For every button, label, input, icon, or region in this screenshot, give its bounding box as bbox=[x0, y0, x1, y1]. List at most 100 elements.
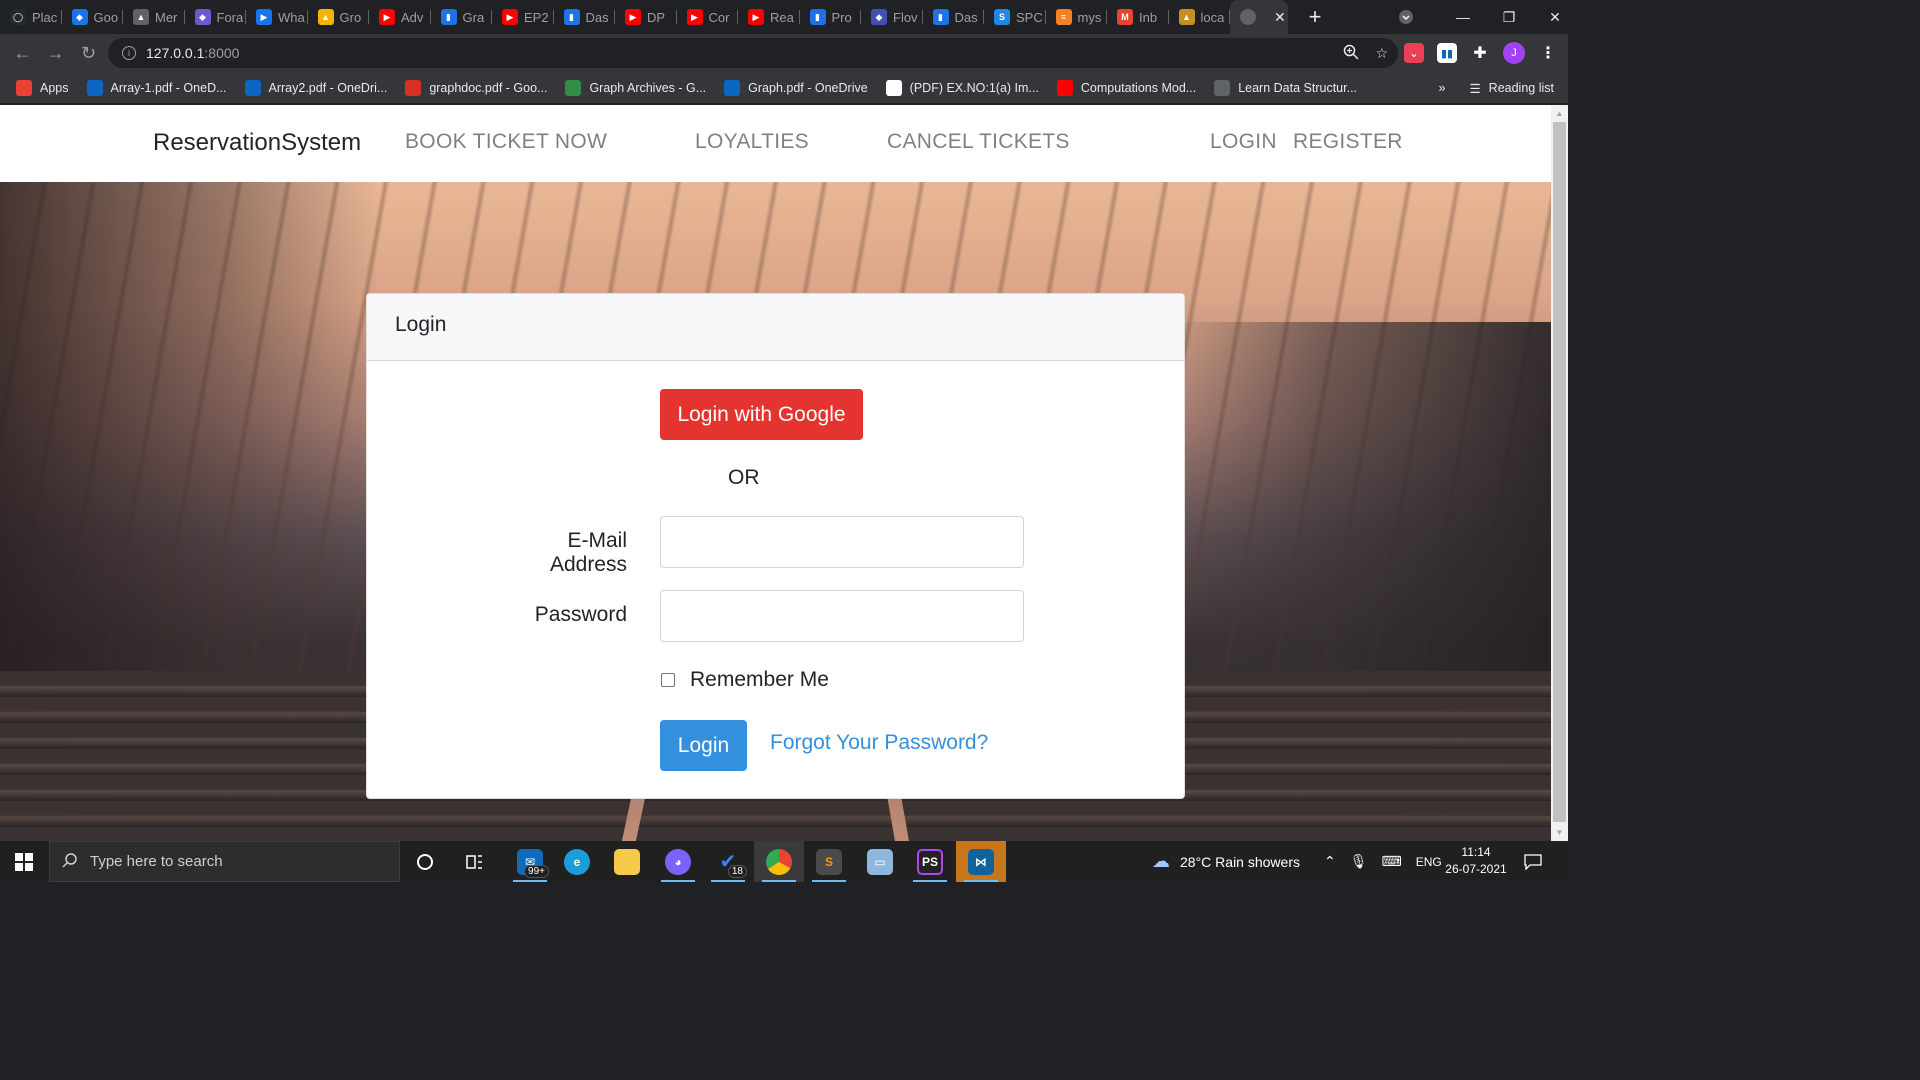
bar-chart-icon: ▮ bbox=[809, 9, 826, 25]
browser-tab[interactable]: ≡ mys bbox=[1046, 0, 1108, 34]
profile-avatar[interactable]: J bbox=[1503, 42, 1525, 64]
gmail-icon: M bbox=[1117, 9, 1133, 25]
login-with-google-button[interactable]: Login with Google bbox=[660, 389, 863, 440]
browser-tab[interactable]: S SPC bbox=[984, 0, 1046, 34]
scrollbar-thumb[interactable] bbox=[1553, 122, 1566, 822]
bookmark-item[interactable]: Computations Mod... bbox=[1056, 79, 1196, 96]
phpstorm-icon[interactable]: PS bbox=[905, 841, 955, 882]
address-bar[interactable]: i 127.0.0.1:8000 ☆ bbox=[108, 38, 1398, 68]
browser-tab[interactable]: ▶ Wha bbox=[246, 0, 308, 34]
youtube-icon: ▶ bbox=[748, 9, 764, 25]
back-icon[interactable]: ← bbox=[6, 34, 39, 72]
bookmark-star-icon[interactable]: ☆ bbox=[1375, 45, 1388, 62]
control-panel-icon[interactable]: ▭ bbox=[855, 841, 905, 882]
minimize-icon[interactable]: — bbox=[1440, 9, 1486, 25]
chat-app-icon[interactable]: ◕ bbox=[653, 841, 703, 882]
browser-tab[interactable]: ◆ Fora bbox=[185, 0, 247, 34]
browser-tab[interactable]: ▮ Gra bbox=[431, 0, 493, 34]
bookmark-item[interactable]: Array-1.pdf - OneD... bbox=[86, 79, 227, 96]
microphone-icon[interactable]: 🎙 bbox=[1350, 853, 1368, 870]
browser-tab[interactable]: ▮ Das bbox=[554, 0, 616, 34]
window-close-icon[interactable]: ✕ bbox=[1532, 9, 1578, 26]
trello-extension-icon[interactable]: ▮▮ bbox=[1437, 43, 1457, 63]
login-button[interactable]: Login bbox=[660, 720, 747, 771]
youtube-icon: ▶ bbox=[686, 9, 703, 25]
tab-close-icon[interactable]: ✕ bbox=[1274, 9, 1286, 26]
keyboard-icon[interactable]: ⌨ bbox=[1382, 853, 1402, 870]
bookmarks-overflow-icon[interactable]: » bbox=[1439, 81, 1446, 95]
browser-tab[interactable]: ▲ loca bbox=[1169, 0, 1231, 34]
taskbar-search-input[interactable]: Type here to search bbox=[49, 841, 400, 882]
bookmark-item[interactable]: Apps bbox=[16, 79, 69, 96]
site-info-icon[interactable]: i bbox=[122, 46, 136, 60]
cortana-icon[interactable] bbox=[400, 841, 450, 882]
scroll-down-icon[interactable]: ▼ bbox=[1551, 824, 1568, 841]
clock-date: 26-07-2021 bbox=[1445, 862, 1507, 876]
browser-tab-active[interactable]: ✕ bbox=[1230, 0, 1288, 34]
browser-tab-label: Inb bbox=[1139, 9, 1158, 25]
site-brand[interactable]: ReservationSystem bbox=[153, 129, 361, 157]
vscode-icon[interactable]: ⋈ bbox=[956, 841, 1006, 882]
browser-tab[interactable]: ▮ Das bbox=[923, 0, 985, 34]
forgot-password-link[interactable]: Forgot Your Password? bbox=[770, 731, 988, 755]
bookmark-item[interactable]: Graph.pdf - OneDrive bbox=[724, 79, 868, 96]
browser-tab[interactable]: M Inb bbox=[1107, 0, 1169, 34]
mail-app-icon[interactable]: ✉ 99+ bbox=[505, 841, 555, 882]
bookmark-item[interactable]: Graph Archives - G... bbox=[565, 79, 706, 96]
browser-tab[interactable]: ▶ Rea bbox=[738, 0, 800, 34]
notifications-icon[interactable] bbox=[1524, 841, 1542, 882]
todo-app-icon[interactable]: ✔ 18 bbox=[703, 841, 753, 882]
browser-tab[interactable]: ▶ EP2 bbox=[492, 0, 554, 34]
page-scrollbar[interactable]: ▲ ▼ bbox=[1551, 105, 1568, 841]
restore-icon[interactable]: ❐ bbox=[1486, 9, 1532, 26]
bookmark-item[interactable]: Learn Data Structur... bbox=[1214, 79, 1357, 96]
browser-tab[interactable]: ◆ Flov bbox=[861, 0, 923, 34]
reading-list-icon: ☰ bbox=[1469, 81, 1481, 96]
browser-tab[interactable]: ▶ Adv bbox=[369, 0, 431, 34]
chrome-menu-icon[interactable]: ⋮ bbox=[1538, 43, 1558, 63]
nav-loyalties[interactable]: LOYALTIES bbox=[695, 130, 809, 154]
extensions-puzzle-icon[interactable]: ✚ bbox=[1470, 43, 1490, 63]
taskbar-clock[interactable]: 11:14 26-07-2021 bbox=[1445, 844, 1507, 878]
tray-overflow-icon[interactable]: ⌃ bbox=[1324, 853, 1336, 870]
tab-search-icon[interactable] bbox=[1394, 9, 1418, 25]
reload-icon[interactable]: ↻ bbox=[72, 34, 105, 72]
reading-list-button[interactable]: ☰ Reading list bbox=[1469, 81, 1554, 96]
weather-widget[interactable]: ☁ 28°C Rain showers bbox=[1152, 841, 1300, 882]
onedrive-icon bbox=[86, 79, 103, 96]
academia-icon bbox=[885, 79, 902, 96]
browser-tab[interactable]: ▶ DP bbox=[615, 0, 677, 34]
new-tab-icon[interactable]: + bbox=[1298, 0, 1332, 34]
pdf-icon bbox=[405, 79, 422, 96]
remember-me[interactable]: Remember Me bbox=[660, 668, 829, 692]
browser-tab[interactable]: ▲ Mer bbox=[123, 0, 185, 34]
remember-me-checkbox[interactable] bbox=[661, 673, 675, 687]
language-indicator[interactable]: ENG bbox=[1416, 855, 1442, 869]
edge-icon[interactable]: e bbox=[552, 841, 602, 882]
bookmark-item[interactable]: graphdoc.pdf - Goo... bbox=[405, 79, 547, 96]
file-explorer-icon[interactable] bbox=[602, 841, 652, 882]
windows-start-icon[interactable] bbox=[0, 841, 48, 882]
nav-book-ticket[interactable]: BOOK TICKET NOW bbox=[405, 130, 607, 154]
bookmark-label: (PDF) EX.NO:1(a) Im... bbox=[909, 80, 1039, 95]
browser-tab[interactable]: ◆ Goo bbox=[62, 0, 124, 34]
task-view-icon[interactable] bbox=[450, 841, 500, 882]
nav-register[interactable]: REGISTER bbox=[1293, 130, 1403, 154]
password-field[interactable] bbox=[660, 590, 1024, 642]
chrome-icon[interactable] bbox=[754, 841, 804, 882]
email-label: E-Mail Address bbox=[549, 529, 627, 576]
nav-cancel-tickets[interactable]: CANCEL TICKETS bbox=[887, 130, 1070, 154]
forward-icon[interactable]: → bbox=[39, 34, 72, 72]
zoom-icon[interactable] bbox=[1343, 44, 1359, 63]
bookmark-item[interactable]: (PDF) EX.NO:1(a) Im... bbox=[885, 79, 1039, 96]
nav-login[interactable]: LOGIN bbox=[1210, 130, 1277, 154]
pocket-extension-icon[interactable]: ⌄ bbox=[1404, 43, 1424, 63]
browser-tab[interactable]: ▲ Gro bbox=[308, 0, 370, 34]
browser-tab[interactable]: ▶ Cor bbox=[677, 0, 739, 34]
email-field[interactable] bbox=[660, 516, 1024, 568]
scroll-up-icon[interactable]: ▲ bbox=[1551, 105, 1568, 122]
browser-tab[interactable]: ◯ Plac bbox=[0, 0, 62, 34]
bookmark-item[interactable]: Array2.pdf - OneDri... bbox=[244, 79, 387, 96]
browser-tab[interactable]: ▮ Pro bbox=[800, 0, 862, 34]
sublime-text-icon[interactable]: S bbox=[804, 841, 854, 882]
